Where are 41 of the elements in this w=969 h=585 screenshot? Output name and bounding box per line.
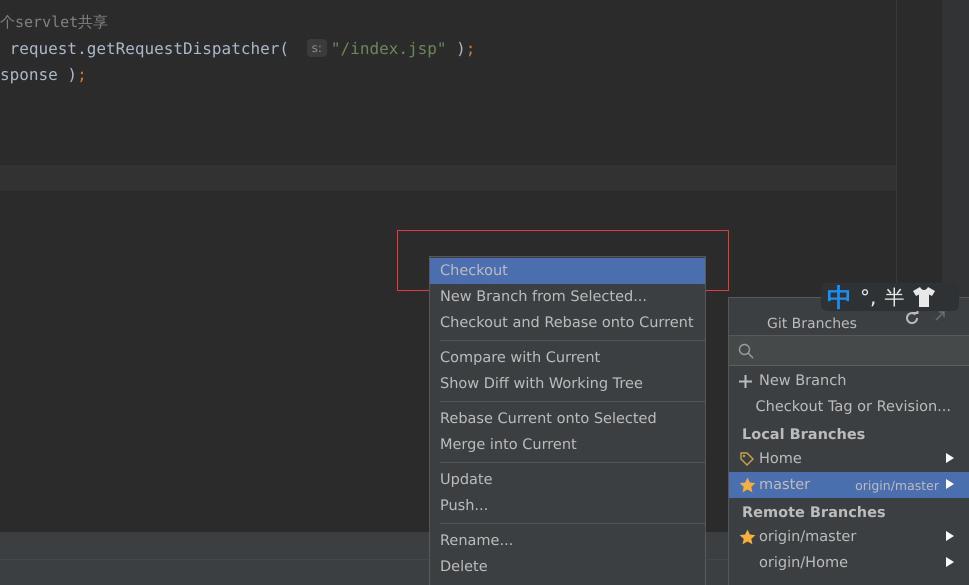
star-icon [739,477,756,493]
menu-item[interactable]: Rebase Current onto Selected [430,406,705,432]
width-toggle[interactable]: 半 [884,284,904,310]
menu-item[interactable]: Delete [430,554,705,580]
popup-title: Git Branches [767,316,857,332]
tag-icon [739,451,755,467]
punctuation-toggle[interactable]: °, [860,285,876,309]
menu-item[interactable]: Compare with Current [430,345,705,371]
menu-item[interactable]: Show Diff with Working Tree [430,371,705,397]
code-text: ; [466,38,476,58]
menu-item[interactable]: New Branch from Selected... [430,284,705,310]
submenu-arrow-icon [946,531,954,541]
section-heading: Remote Branches [741,504,887,523]
menu-item[interactable]: Rename... [430,528,705,554]
search-field[interactable] [729,336,969,366]
search-icon [738,342,754,358]
code-text: ; [77,64,87,84]
shirt-icon[interactable] [912,286,936,308]
section-heading: Local Branches [741,426,866,445]
refresh-icon[interactable] [904,310,920,326]
submenu-arrow-icon [946,557,954,567]
code-text: "/index.jsp" [330,38,447,58]
submenu-arrow-icon [946,479,954,489]
branch-item[interactable]: origin/master [729,524,969,550]
branch-action[interactable]: Checkout Tag or Revision... [729,394,969,420]
menu-item[interactable]: Push... [430,493,705,519]
star-icon [739,529,756,545]
plus-icon [739,374,752,388]
branch-item[interactable]: Home [729,446,969,472]
menu-item[interactable]: Merge into Current [430,432,705,458]
submenu-arrow-icon [946,453,954,463]
menu-item[interactable]: Checkout and Rebase onto Current [430,310,705,336]
code-text: 个servlet共享 [0,12,108,32]
branch-action[interactable]: New Branch [729,368,969,394]
code-text: ) [455,38,466,58]
menu-item[interactable]: Update [430,467,705,493]
parameter-hint: s: [306,39,327,57]
code-text: request.getRequestDispatcher( [8,38,290,58]
input-mode-toggle[interactable]: 中 [827,280,852,314]
code-text: sponse ) [0,64,78,84]
branch-item[interactable]: origin/Home [729,550,969,576]
